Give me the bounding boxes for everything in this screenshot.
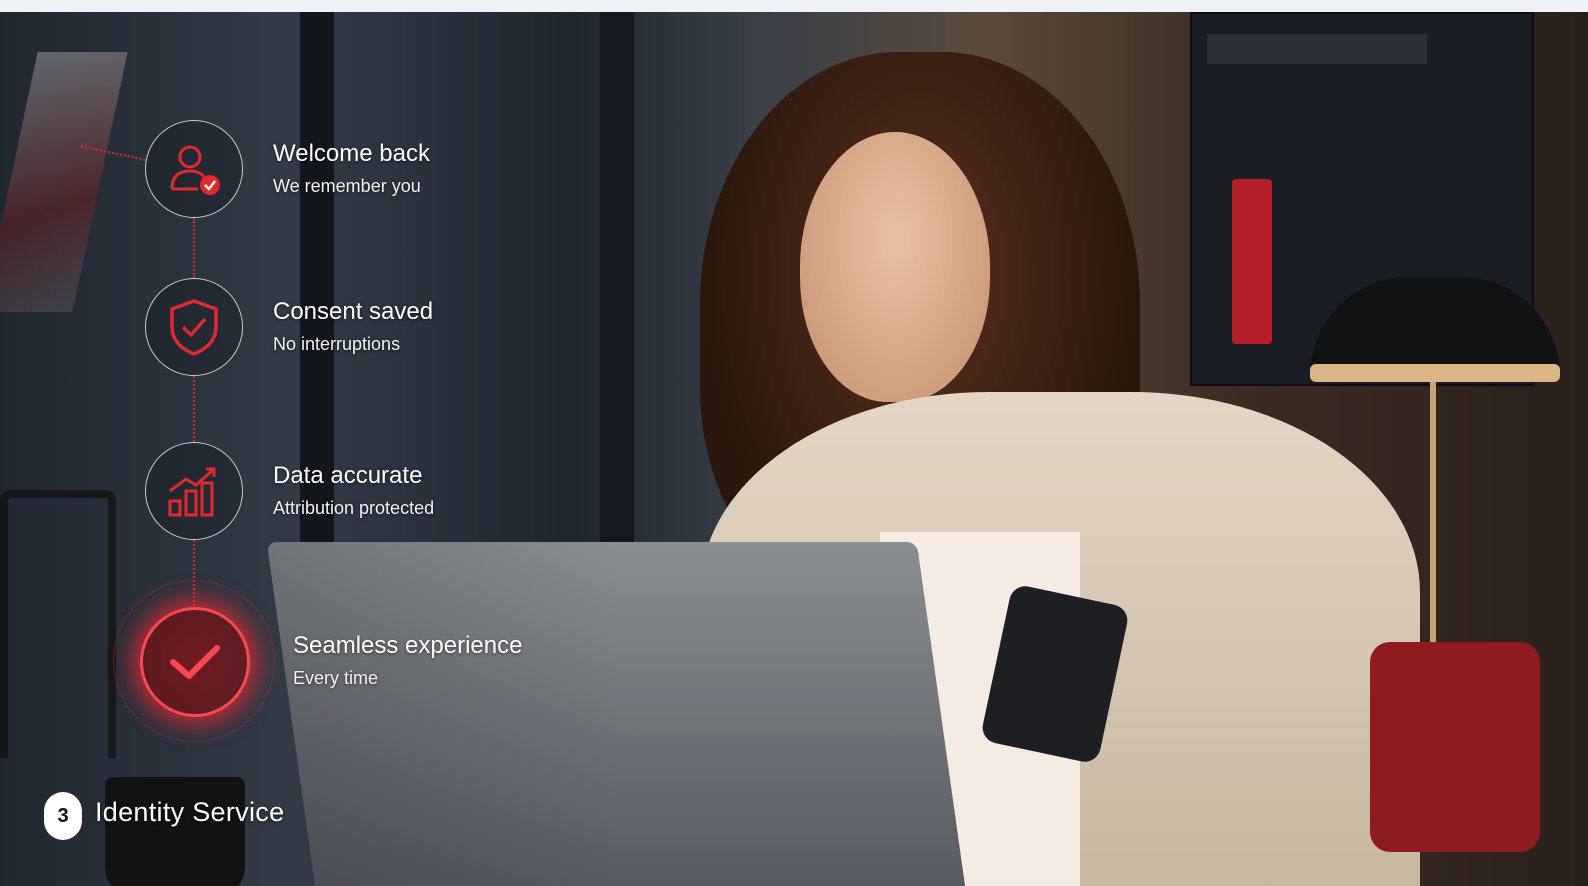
display-red-bar <box>1232 179 1272 344</box>
floor-lamp-glow <box>1310 364 1560 382</box>
step-title: Seamless experience <box>293 632 523 659</box>
step-title: Consent saved <box>273 298 434 325</box>
step-title: Welcome back <box>273 140 430 167</box>
check-icon <box>170 645 220 679</box>
step-number-badge: 3 <box>44 792 82 840</box>
connector-2 <box>193 376 195 442</box>
bar-chart-growth-icon <box>168 467 216 517</box>
display-header <box>1207 34 1427 64</box>
step-title: Data accurate <box>273 462 423 489</box>
consent-step-circle <box>145 278 243 376</box>
data-step-circle <box>145 442 243 540</box>
top-strip <box>0 0 1588 12</box>
step-subtitle: We remember you <box>273 176 421 196</box>
red-pillow <box>1370 642 1540 852</box>
shield-check-icon <box>170 299 218 356</box>
step-subtitle: Attribution protected <box>273 498 435 518</box>
welcome-step-circle <box>145 120 243 218</box>
floor-lamp-pole <box>1430 382 1436 642</box>
user-check-icon <box>170 145 220 195</box>
service-name-label: Identity Service <box>95 797 285 827</box>
seamless-step-circle <box>140 607 250 717</box>
step-subtitle: Every time <box>293 668 379 688</box>
step-subtitle: No interruptions <box>273 334 401 354</box>
woman-face <box>800 132 990 402</box>
connector-1 <box>193 218 195 278</box>
hero-photo <box>0 12 1588 886</box>
